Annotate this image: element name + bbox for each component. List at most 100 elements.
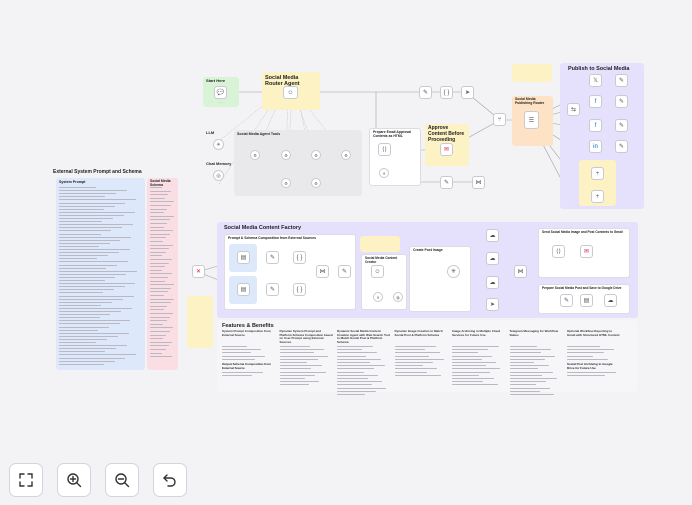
document-icon: ▤ [583, 298, 590, 304]
facebook-node[interactable]: f [589, 95, 602, 108]
pencil-icon: ✎ [443, 180, 450, 186]
text-line [509, 362, 535, 363]
zoom-in-button[interactable] [57, 463, 91, 497]
onedrive-archive-node[interactable]: ☁ [486, 276, 499, 289]
dropbox-archive-node[interactable]: ☁ [486, 252, 499, 265]
instagram-business-node[interactable]: ✎ [615, 95, 628, 108]
linkedin-node[interactable]: in [589, 140, 602, 153]
web-search-node[interactable]: ◍ [393, 292, 403, 302]
llm-label: LLM [206, 130, 215, 135]
agent-tools-group[interactable]: Social Media Agent Tools [234, 130, 362, 196]
set-compose-node[interactable]: ✎ [338, 265, 351, 278]
merge-sources-node[interactable]: ⋈ [316, 265, 329, 278]
text-line [150, 205, 171, 207]
feature-subheading: Output Schema Composition from External … [222, 362, 276, 370]
edit-node[interactable]: ✎ [440, 176, 453, 189]
create-image-group[interactable]: Create Post Image [409, 246, 471, 312]
text-line [59, 218, 113, 220]
tool-icon: ⚙ [314, 180, 318, 186]
drive-file-node[interactable]: ▤ [580, 294, 593, 307]
text-line [150, 197, 165, 199]
telegram-factory-node[interactable]: ➤ [486, 298, 499, 311]
code-schema-node[interactable]: { } [293, 283, 306, 296]
approval-llm-node[interactable]: ✳ [379, 168, 389, 178]
router-agent-node[interactable]: ☺ [283, 86, 298, 99]
text-line [59, 307, 133, 309]
drive-set-node[interactable]: ✎ [560, 294, 573, 307]
publish-title: Publish to Social Media [568, 66, 630, 72]
google-docs-prompt-node[interactable]: ▤ [237, 251, 250, 264]
tool-node[interactable]: ⚙ [311, 178, 321, 188]
schema-section-title: External System Prompt and Schema [53, 169, 142, 175]
fit-view-icon [19, 473, 33, 487]
x-logo-icon: 𝕏 [593, 78, 598, 84]
text-line [337, 394, 366, 395]
text-line [337, 371, 364, 373]
fit-view-button[interactable] [9, 463, 43, 497]
tool-node[interactable]: ⚙ [281, 178, 291, 188]
set-node[interactable]: ✎ [419, 86, 432, 99]
html-node[interactable]: ⟨⟩ [378, 143, 391, 156]
facebook-business-node[interactable]: f [589, 119, 602, 132]
tool-node[interactable]: ⚙ [341, 150, 351, 160]
llm-node[interactable]: ✳ [213, 139, 224, 150]
telegram-status-node[interactable]: ➤ [461, 86, 474, 99]
email-html-node[interactable]: ⟨⟩ [552, 245, 565, 258]
zoom-out-icon [115, 473, 130, 488]
tool-node[interactable]: ⚙ [250, 150, 260, 160]
set-schema-node[interactable]: ✎ [266, 283, 279, 296]
code-node[interactable]: { } [440, 86, 453, 99]
google-docs-schema-node[interactable]: ▤ [237, 283, 250, 296]
text-line [394, 358, 444, 360]
text-line [59, 236, 132, 238]
tool-node[interactable]: ⚙ [311, 150, 321, 160]
text-line [452, 374, 480, 376]
pencil-icon: ✎ [618, 99, 625, 105]
send-icon: ➤ [489, 302, 496, 308]
switch-node[interactable]: ⑂ [493, 113, 506, 126]
route-node[interactable]: ⇆ [567, 103, 580, 116]
drive-upload-node[interactable]: ☁ [604, 294, 617, 307]
content-agent-node[interactable]: ☺ [371, 265, 384, 278]
threads-business-node[interactable]: + [591, 190, 604, 203]
text-line [150, 215, 174, 217]
code-icon: ⟨⟩ [382, 147, 387, 153]
instagram-node[interactable]: ✎ [615, 74, 628, 87]
globe-icon: ◍ [396, 294, 400, 300]
merge-archive-node[interactable]: ⋈ [514, 265, 527, 278]
gmail-approval-node[interactable]: ✉ [440, 143, 453, 156]
text-line [509, 355, 556, 357]
zoom-out-button[interactable] [105, 463, 139, 497]
drive-archive-node[interactable]: ☁ [486, 229, 499, 242]
tool-node[interactable]: ⚙ [281, 150, 291, 160]
text-line [452, 355, 493, 357]
content-llm-node[interactable]: ✳ [373, 292, 383, 302]
router-switch-node[interactable]: ☰ [524, 111, 539, 129]
memory-node[interactable]: ◎ [213, 170, 224, 181]
workflow-canvas[interactable]: Start Here 💬 · · · Social Media Router A… [0, 0, 692, 505]
system-prompt-title: System Prompt [59, 180, 86, 184]
text-line [452, 371, 490, 373]
text-line [150, 323, 164, 325]
text-line [59, 335, 118, 337]
set-prompt-node[interactable]: ✎ [266, 251, 279, 264]
linkedin-post-node[interactable]: ✎ [615, 140, 628, 153]
undo-button[interactable] [153, 463, 187, 497]
text-line [567, 358, 608, 360]
sparkle-icon: ✳ [382, 170, 386, 176]
chat-trigger-node[interactable]: 💬 [214, 86, 227, 99]
gmail-send-node[interactable]: ✉ [580, 245, 593, 258]
content-creator-group[interactable]: Social Media Content Creator [361, 254, 407, 310]
merge-node[interactable]: ⋈ [472, 176, 485, 189]
prepare-approval-group[interactable]: Prepare Email Approval Contents as HTML [369, 128, 421, 186]
cloud-icon: ☁ [489, 256, 496, 262]
text-line [509, 394, 555, 395]
code-prompt-node[interactable]: { } [293, 251, 306, 264]
factory-trigger-node[interactable]: ✕ [192, 265, 205, 278]
threads-node[interactable]: + [591, 167, 604, 180]
x-post-node[interactable]: 𝕏 [589, 74, 602, 87]
facebook-post-node[interactable]: ✎ [615, 119, 628, 132]
code-icon: { } [296, 254, 303, 261]
text-line [509, 390, 540, 392]
image-generation-node[interactable]: ✳ [447, 265, 460, 278]
